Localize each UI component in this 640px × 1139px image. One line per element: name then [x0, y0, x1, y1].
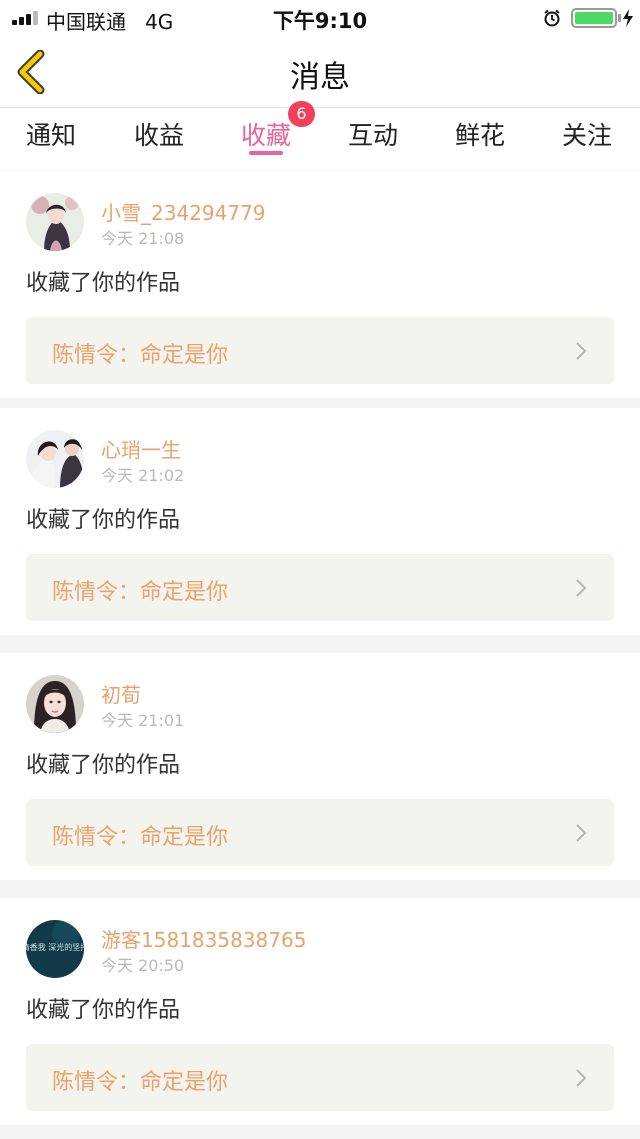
work-link[interactable]: 陈情令：命定是你 [26, 799, 614, 866]
action-text: 收藏了你的作品 [26, 271, 181, 296]
page-title: 消息 [290, 60, 350, 95]
work-title: 陈情令：命定是你 [52, 580, 229, 605]
timestamp: 今天 21:08 [101, 229, 185, 248]
chevron-right-icon [576, 342, 587, 360]
message-card: 清香我 深光的坚持 游客1581835838765 今天 20:50 收藏了你的… [0, 898, 640, 1125]
alarm-icon [544, 9, 560, 27]
work-title: 陈情令：命定是你 [52, 825, 229, 850]
username[interactable]: 初荀 [101, 679, 141, 708]
work-title: 陈情令：命定是你 [52, 1070, 229, 1095]
timestamp: 今天 21:01 [101, 711, 185, 730]
nav-bar: 消息 [0, 36, 640, 108]
chevron-right-icon [576, 824, 587, 842]
avatar[interactable]: 清香我 深光的坚持 [26, 920, 84, 978]
action-text: 收藏了你的作品 [26, 753, 181, 778]
action-text: 收藏了你的作品 [26, 998, 181, 1023]
avatar[interactable] [26, 193, 84, 251]
work-link[interactable]: 陈情令：命定是你 [26, 554, 614, 621]
timestamp: 今天 20:50 [101, 956, 185, 975]
chevron-right-icon [576, 1069, 587, 1087]
username[interactable]: 心琑一生 [101, 434, 181, 463]
avatar[interactable] [26, 430, 84, 488]
work-link[interactable]: 陈情令：命定是你 [26, 1044, 614, 1111]
status-bar: 中国联通 4G 下午9:10 [0, 0, 640, 36]
action-text: 收藏了你的作品 [26, 508, 181, 533]
tab-bar: 通知 收益 收藏 互动 鲜花 关注 [0, 108, 640, 170]
avatar-text: 清香我 深光的坚持 [26, 942, 84, 952]
message-card: 初荀 今天 21:01 收藏了你的作品 陈情令：命定是你 [0, 653, 640, 880]
work-title: 陈情令：命定是你 [52, 343, 229, 368]
tab-flowers[interactable]: 鲜花 [440, 116, 520, 166]
battery-cap [618, 14, 621, 22]
active-tab-indicator [249, 151, 283, 155]
message-card: 心琑一生 今天 21:02 收藏了你的作品 陈情令：命定是你 [0, 408, 640, 635]
tab-interaction[interactable]: 互动 [333, 116, 413, 166]
battery-icon [571, 8, 617, 28]
tab-follows[interactable]: 关注 [547, 116, 627, 166]
username[interactable]: 小雪_234294779 [101, 197, 266, 226]
tab-notification[interactable]: 通知 [11, 116, 91, 166]
message-card: 小雪_234294779 今天 21:08 收藏了你的作品 陈情令：命定是你 [0, 171, 640, 398]
chevron-right-icon [576, 579, 587, 597]
username[interactable]: 游客1581835838765 [101, 924, 306, 953]
timestamp: 今天 21:02 [101, 466, 185, 485]
work-link[interactable]: 陈情令：命定是你 [26, 317, 614, 384]
charging-bolt-icon [623, 9, 633, 27]
avatar[interactable] [26, 675, 84, 733]
tab-earnings[interactable]: 收益 [119, 116, 199, 166]
favorites-badge: 6 [288, 101, 315, 127]
